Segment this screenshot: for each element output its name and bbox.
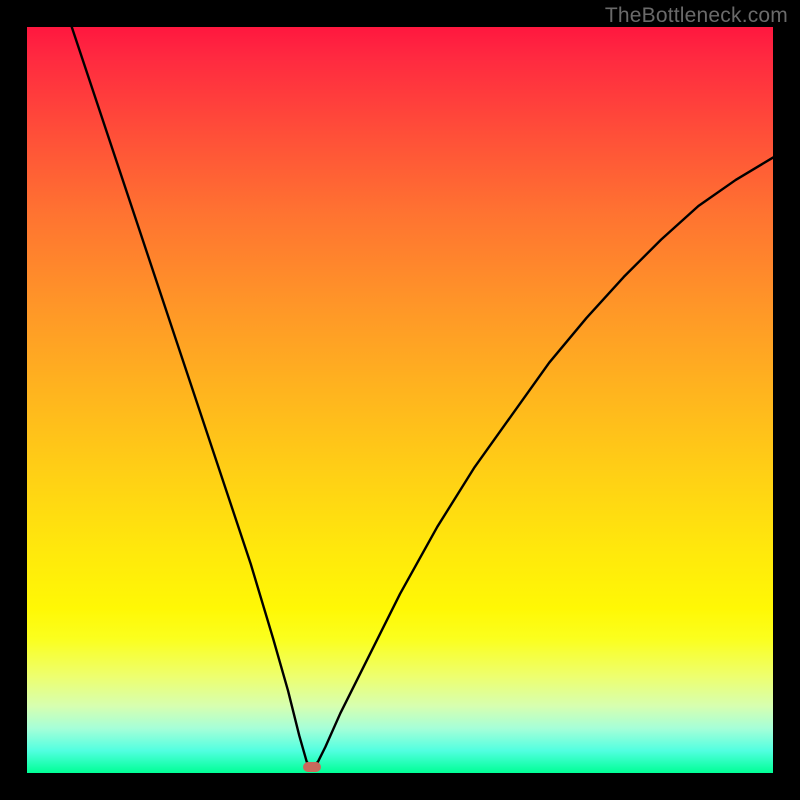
chart-frame: TheBottleneck.com: [0, 0, 800, 800]
watermark-text: TheBottleneck.com: [605, 4, 788, 28]
curve-line: [72, 27, 773, 767]
minimum-marker: [303, 762, 321, 772]
chart-plot-area: [27, 27, 773, 773]
